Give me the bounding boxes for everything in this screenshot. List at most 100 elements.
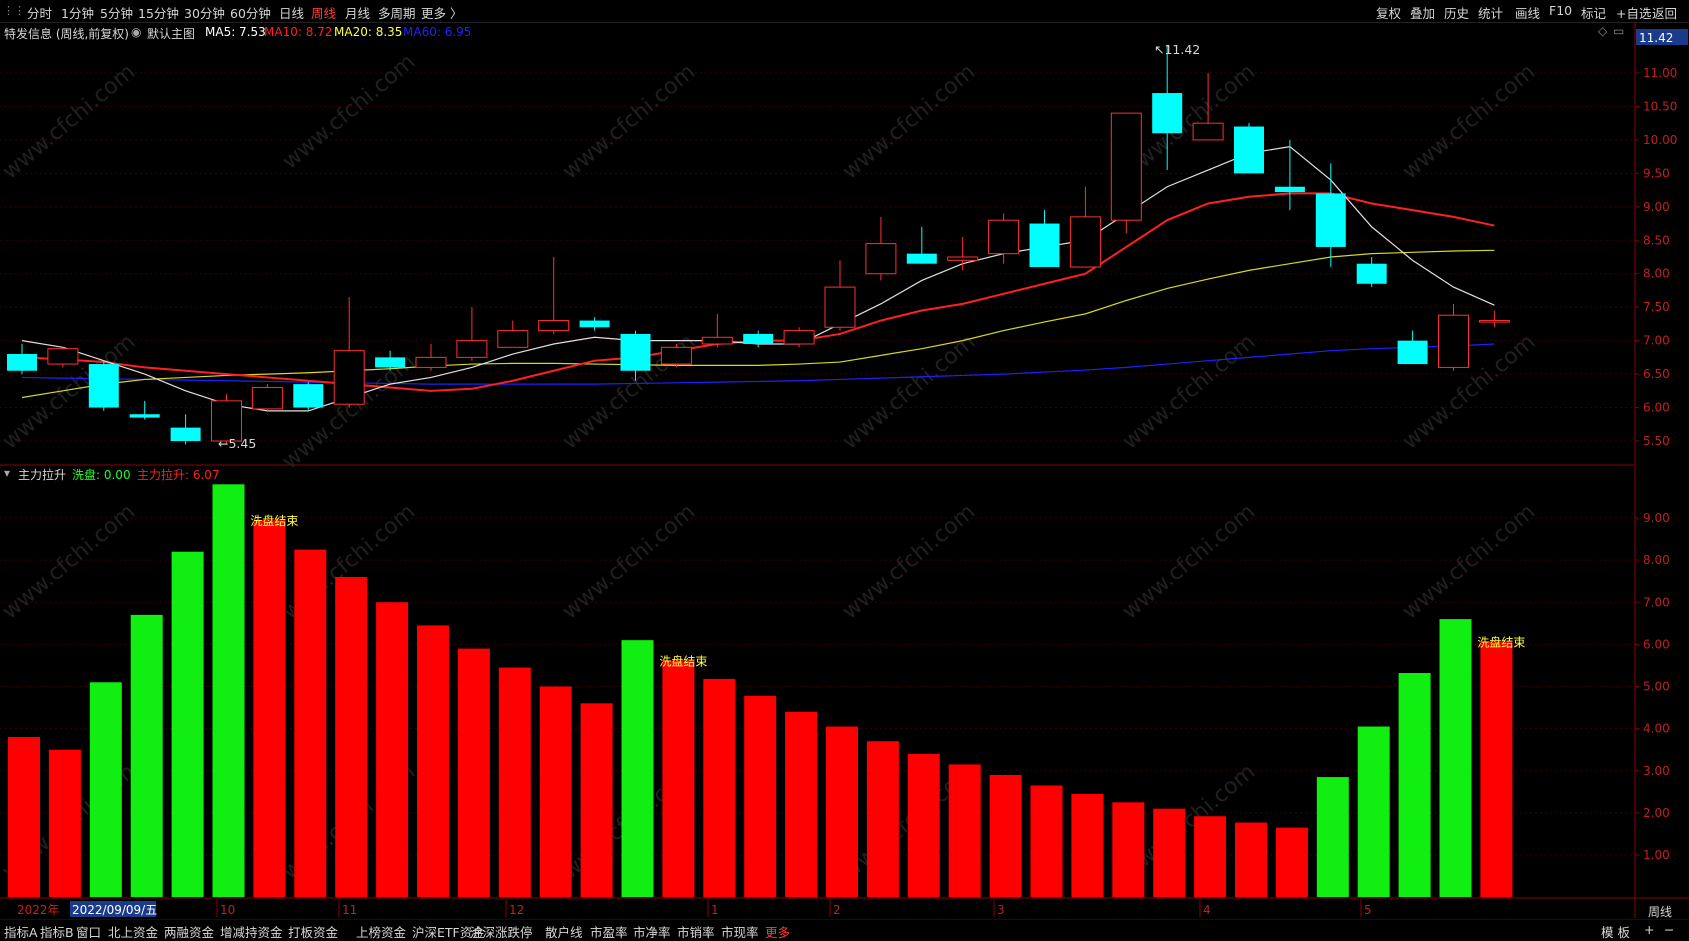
bottom-tab-4[interactable]: 两融资金: [164, 922, 214, 941]
price-tick-label: 9.00: [1643, 200, 1670, 214]
indicator-bar: [89, 682, 122, 897]
indicator-bar: [376, 602, 409, 897]
bottom-tab-2[interactable]: 窗口: [76, 922, 101, 941]
candle-body: [170, 427, 201, 441]
candle-body: [743, 333, 774, 344]
month-label: 5: [1364, 903, 1372, 917]
indicator-bar: [948, 764, 981, 897]
bottom-tab-0[interactable]: 指标A: [4, 922, 38, 941]
candle-body: [333, 350, 365, 405]
indicator-bar: [1357, 726, 1390, 897]
watermark: www.cfchi.com: [278, 49, 420, 174]
candle-body: [660, 346, 692, 365]
candle-body: [456, 340, 488, 358]
cursor-date-label: 2022/09/09/五: [72, 903, 157, 917]
price-tick-label: 6.50: [1643, 367, 1670, 381]
indicator-bar: [457, 648, 490, 897]
month-label: 10: [220, 903, 235, 917]
candle-body: [1152, 93, 1183, 134]
indicator-bar: [1398, 673, 1431, 897]
indicator-bar: [1480, 641, 1513, 897]
ma60-line: [21, 343, 1495, 385]
bottom-tab-1[interactable]: 指标B: [40, 922, 74, 941]
bottom-tab-5[interactable]: 增减持资金: [220, 922, 283, 941]
wash-end-annotation: 洗盘结束: [250, 513, 298, 528]
indicator-bar: [8, 737, 40, 897]
low-price-marker: ←5.45: [218, 436, 256, 451]
bottom-right-control-0[interactable]: 模 板: [1601, 922, 1630, 941]
current-price-badge-label: 11.42: [1639, 31, 1673, 45]
period-axis-label: 周线: [1648, 905, 1672, 918]
candle-body: [1110, 112, 1142, 221]
wash-end-annotation: 洗盘结束: [659, 653, 707, 668]
candle-body: [497, 330, 529, 348]
high-price-marker: ↖11.42: [1154, 42, 1200, 57]
indicator-bar: [1439, 619, 1472, 897]
candle-body: [947, 256, 979, 261]
price-tick-label: 7.50: [1643, 300, 1670, 314]
bottom-tab-6[interactable]: 打板资金: [288, 922, 338, 941]
month-label: 4: [1203, 903, 1211, 917]
candle-body: [701, 336, 733, 345]
candle-body: [293, 384, 324, 408]
bottom-tab-7[interactable]: 上榜资金: [356, 922, 406, 941]
indicator-bar: [785, 711, 818, 897]
indicator-tick-label: 9.00: [1643, 511, 1670, 525]
bottom-tab-3[interactable]: 北上资金: [108, 922, 158, 941]
indicator-tick-label: 7.00: [1643, 595, 1670, 609]
price-tick-label: 8.50: [1643, 233, 1670, 247]
bottom-tab-14[interactable]: 市现率: [721, 922, 759, 941]
indicator-bar: [621, 640, 654, 897]
candle-body: [129, 414, 160, 418]
bottom-tab-9[interactable]: 沪深涨跌停: [470, 922, 533, 941]
watermark: www.cfchi.com: [0, 59, 140, 184]
candle-body: [1234, 126, 1264, 174]
indicator-bar: [662, 660, 695, 897]
watermark: www.cfchi.com: [1398, 59, 1540, 184]
bottom-tab-13[interactable]: 市销率: [677, 922, 715, 941]
candle-body: [88, 364, 119, 408]
bottom-tab-12[interactable]: 市净率: [633, 922, 671, 941]
indicator-bar: [907, 753, 940, 897]
ma5-line: [21, 145, 1495, 412]
indicator-tick-label: 2.00: [1643, 806, 1670, 820]
indicator-tick-label: 1.00: [1643, 848, 1670, 862]
watermark: www.cfchi.com: [558, 499, 700, 624]
stock-chart[interactable]: 11.0010.5010.009.509.008.508.007.507.006…: [0, 0, 1689, 918]
indicator-bar: [580, 703, 613, 897]
indicator-bar: [212, 484, 245, 897]
price-tick-label: 11.00: [1643, 66, 1677, 80]
watermark: www.cfchi.com: [838, 499, 980, 624]
bottom-tab-11[interactable]: 市盈率: [590, 922, 628, 941]
candle-body: [538, 320, 570, 332]
month-label: 2: [833, 903, 841, 917]
bottom-tab-10[interactable]: 散户线: [545, 922, 583, 941]
indicator-bar: [1316, 777, 1349, 897]
candle-body: [415, 356, 447, 368]
indicator-bar: [1030, 785, 1063, 897]
indicator-bar: [171, 551, 204, 897]
bottom-right-control-2[interactable]: −: [1664, 922, 1674, 937]
bottom-tab-bar: 指标A 指标B 窗口 北上资金 两融资金 增减持资金 打板资金 上榜资金 沪深ETF资金 沪深涨跌…: [0, 919, 1689, 940]
indicator-bar: [498, 667, 531, 897]
year-label: 2022年: [17, 903, 60, 917]
watermark: www.cfchi.com: [1398, 499, 1540, 624]
indicator-bar: [989, 774, 1022, 897]
indicator-tick-label: 3.00: [1643, 764, 1670, 778]
indicator-bar: [48, 749, 81, 897]
watermark: www.cfchi.com: [838, 329, 980, 454]
candle-body: [1478, 320, 1510, 323]
indicator-bar: [703, 678, 736, 897]
indicator-bar: [130, 614, 163, 897]
indicator-bar: [1112, 802, 1145, 897]
watermark: www.cfchi.com: [1118, 499, 1260, 624]
bottom-tab-15[interactable]: 更多: [765, 922, 790, 941]
bottom-right-control-1[interactable]: +: [1644, 922, 1654, 937]
price-tick-label: 10.00: [1643, 133, 1677, 147]
indicator-bar: [335, 576, 368, 897]
candle-body: [865, 243, 897, 275]
indicator-bar: [1194, 816, 1227, 897]
candle-body: [1274, 186, 1305, 193]
indicator-bar: [826, 726, 858, 897]
candle-body: [906, 253, 937, 264]
